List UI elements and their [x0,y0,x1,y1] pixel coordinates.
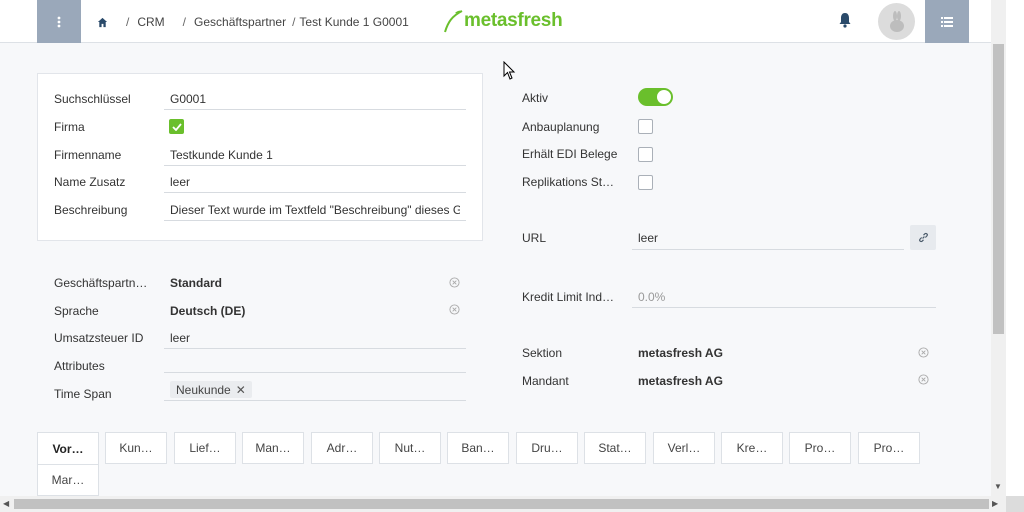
horizontal-scrollbar[interactable]: ◀ ▶ [0,496,1006,512]
sektion-select[interactable]: metasfresh AG [638,346,898,360]
scroll-right-icon[interactable]: ▶ [992,499,998,508]
label-geschaeftspartnergruppe: Geschäftspartn… [54,276,148,290]
label-sprache: Sprache [54,304,99,318]
kredit-limit-input[interactable]: 0.0% [638,290,898,304]
toggle-knob [657,90,671,104]
logo-text: metasfresh [464,10,563,31]
tag-label: Neukunde [176,382,231,397]
tab-10[interactable]: Verl… [653,432,715,464]
label-beschreibung: Beschreibung [54,203,128,217]
label-kredit-limit: Kredit Limit Ind… [522,290,615,304]
tab-12[interactable]: Pro… [789,432,851,464]
suchschluessel-input[interactable]: G0001 [170,92,460,106]
sprache-select[interactable]: Deutsch (DE) [170,304,430,318]
beschreibung-input[interactable]: Dieser Text wurde im Textfeld "Beschreib… [170,203,460,217]
rabbit-avatar-icon [889,10,904,32]
field-underline [164,109,466,110]
label-erhaelt-edi-belege: Erhält EDI Belege [522,147,618,161]
remove-tag-icon[interactable]: ✕ [236,383,246,397]
field-underline [164,220,466,221]
clear-icon[interactable] [918,347,929,358]
breadcrumb: / CRM / Geschäftspartner / Test Kunde 1 … [97,15,409,29]
scroll-left-icon[interactable]: ◀ [3,499,9,508]
url-input[interactable]: leer [638,231,898,245]
breadcrumb-current[interactable]: Test Kunde 1 G0001 [299,15,408,29]
tab-6[interactable]: Nut… [379,432,441,464]
time-span-tag[interactable]: Neukunde ✕ [170,381,252,398]
user-avatar[interactable] [878,3,915,40]
edi-belege-checkbox[interactable] [638,147,653,162]
label-firma: Firma [54,120,85,134]
tab-7[interactable]: Ban… [447,432,509,464]
vertical-dots-icon [57,16,61,27]
breadcrumb-geschaeftspartner[interactable]: Geschäftspartner [194,15,286,29]
horizontal-scroll-thumb[interactable] [14,499,989,509]
clear-icon[interactable] [449,304,460,315]
top-bar: / CRM / Geschäftspartner / Test Kunde 1 … [0,0,1006,43]
tab-11[interactable]: Kre… [721,432,783,464]
umsatzsteuer-id-input[interactable]: leer [170,331,460,345]
tab-5[interactable]: Adr… [311,432,373,464]
tab-2[interactable]: Kun… [105,432,167,464]
field-underline [632,249,904,250]
mandant-select[interactable]: metasfresh AG [638,374,898,388]
notification-bell-icon[interactable] [838,12,852,28]
tab-1[interactable]: Vor… [37,432,99,465]
tab-4[interactable]: Man… [242,432,304,464]
breadcrumb-separator: / [292,15,296,29]
more-menu-button[interactable] [37,0,81,43]
mouse-cursor-icon [503,61,516,80]
field-underline [164,400,466,401]
field-underline [164,192,466,193]
geschaeftspartnergruppe-select[interactable]: Standard [170,276,430,290]
label-firmenname: Firmenname [54,148,122,162]
label-aktiv: Aktiv [522,91,549,105]
tab-9[interactable]: Stat… [584,432,646,464]
scroll-down-icon[interactable]: ▼ [994,482,1002,491]
field-underline [632,307,936,308]
attributes-input[interactable] [170,359,460,373]
home-icon[interactable] [97,17,108,28]
label-url: URL [522,231,547,245]
label-sektion: Sektion [522,346,563,360]
clear-icon[interactable] [449,277,460,288]
label-umsatzsteuer-id: Umsatzsteuer ID [54,331,144,345]
aktiv-toggle[interactable] [638,88,673,106]
tab-13[interactable]: Pro… [858,432,920,464]
clear-icon[interactable] [918,374,929,385]
list-icon [941,16,953,27]
anbauplanung-checkbox[interactable] [638,119,653,134]
checkmark-icon [171,122,182,131]
field-underline [164,348,466,349]
leaf-logo-icon [444,10,463,33]
label-name-zusatz: Name Zusatz [54,175,126,189]
field-underline [164,165,466,166]
tab-8[interactable]: Dru… [516,432,578,464]
label-attributes: Attributes [54,359,105,373]
breadcrumb-separator: / [126,15,130,29]
tab-14[interactable]: Mar… [37,464,99,496]
vertical-scrollbar[interactable]: ▼ [991,0,1006,496]
open-url-button[interactable] [910,225,936,250]
label-mandant: Mandant [522,374,569,388]
metasfresh-logo: metasfresh [442,8,563,34]
label-anbauplanung: Anbauplanung [522,120,600,134]
breadcrumb-crm[interactable]: CRM [137,15,164,29]
field-underline [164,372,466,373]
name-zusatz-input[interactable]: leer [170,175,460,189]
label-time-span: Time Span [54,387,112,401]
breadcrumb-separator: / [182,15,187,29]
window-right-strip [1006,0,1024,496]
link-icon [918,232,928,243]
replikations-checkbox[interactable] [638,175,653,190]
tab-3[interactable]: Lief… [174,432,236,464]
scrollbar-corner [1006,496,1024,512]
vertical-scroll-thumb[interactable] [993,44,1004,334]
label-replikations-status: Replikations St… [522,175,615,189]
firma-checkbox[interactable] [169,119,184,134]
firmenname-input[interactable]: Testkunde Kunde 1 [170,148,460,162]
label-suchschluessel: Suchschlüssel [54,92,131,106]
side-list-button[interactable] [925,0,969,43]
